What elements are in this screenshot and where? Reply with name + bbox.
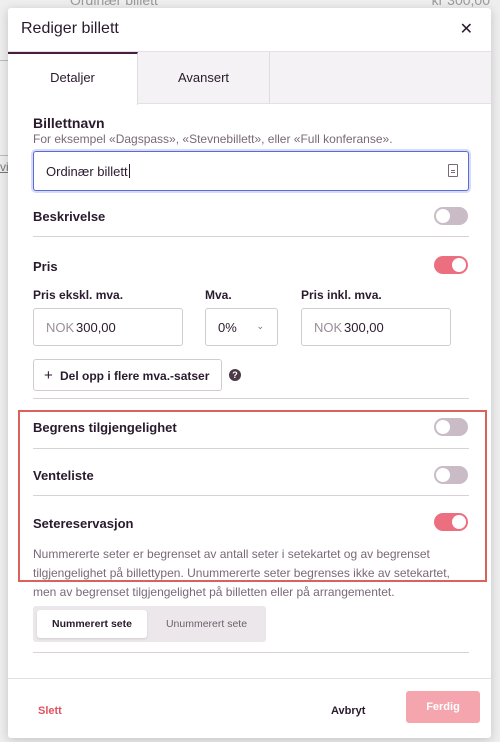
split-vat-button[interactable]: + Del opp i flere mva.-satser [33,359,222,391]
divider [33,652,469,653]
description-label: Beskrivelse [33,209,106,224]
divider [33,236,469,237]
edit-ticket-modal: Rediger billett ✕ Detaljer Avansert Bill… [8,8,491,738]
ticket-name-input[interactable]: Ordinær billett [33,151,469,191]
price-excl-value: 300,00 [76,320,116,335]
close-icon[interactable]: ✕ [460,19,473,39]
seat-reservation-description: Nummererte seter er begrenset av antall … [33,547,450,599]
split-vat-button-label: Del opp i flere mva.-satser [60,369,210,383]
ticket-name-label: Billettnavn [33,115,105,131]
divider [33,398,469,399]
seat-reservation-label: Setereservasjon [33,516,134,531]
ticket-name-value: Ordinær billett [46,164,128,179]
tab-bar: Detaljer Avansert [8,52,491,105]
price-excl-label: Pris ekskl. mva. [33,288,124,302]
currency-prefix: NOK [314,320,343,335]
modal-title: Rediger billett [21,20,119,37]
tab-advanced[interactable]: Avansert [138,52,270,104]
done-button[interactable]: Ferdig [406,691,480,723]
price-incl-value: 300,00 [344,320,384,335]
toggle-knob [436,209,450,223]
tab-details[interactable]: Detaljer [8,52,138,105]
price-incl-input[interactable]: NOK 300,00 [301,308,451,346]
seat-reservation-toggle[interactable] [434,513,468,531]
vat-select[interactable]: 0% ⌄ [205,308,278,346]
background-ticket-price: kr 300,00 [431,0,490,8]
text-caret [128,164,130,178]
price-toggle[interactable] [434,256,468,274]
currency-prefix: NOK [46,320,75,335]
seat-type-option-numbered[interactable]: Nummerert sete [37,610,147,638]
vat-label: Mva. [205,288,232,302]
vat-value: 0% [218,320,237,335]
document-icon[interactable] [448,164,458,177]
chevron-down-icon: ⌄ [256,321,264,331]
seat-type-segmented-control: Nummerert sete Unummerert sete [33,606,266,642]
toggle-knob [452,515,466,529]
ticket-name-hint: For eksempel «Dagspass», «Stevnebillett»… [33,132,393,146]
price-label: Pris [33,259,58,274]
modal-header: Rediger billett ✕ [8,8,491,52]
seat-type-option-unnumbered[interactable]: Unummerert sete [151,610,262,638]
help-icon[interactable]: ? [229,369,241,381]
delete-button[interactable]: Slett [38,705,62,717]
plus-icon: + [44,367,53,384]
price-excl-input[interactable]: NOK 300,00 [33,308,183,346]
price-incl-label: Pris inkl. mva. [301,288,382,302]
description-toggle[interactable] [434,207,468,225]
toggle-knob [452,258,466,272]
cancel-button[interactable]: Avbryt [331,705,365,717]
modal-footer: Slett Avbryt Ferdig [8,678,491,738]
background-ticket-title: Ordinær billett [70,0,158,8]
